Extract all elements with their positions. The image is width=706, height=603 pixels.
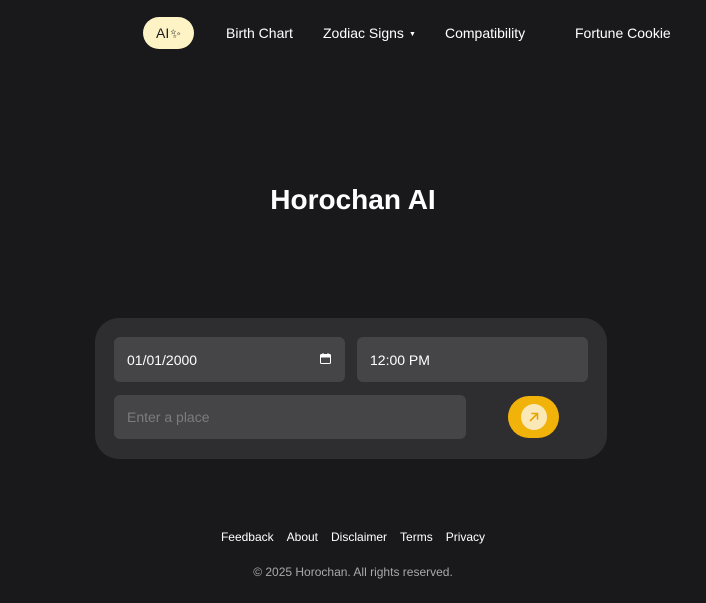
nav-link-fortune-cookie[interactable]: Fortune Cookie [575,24,671,42]
time-input[interactable]: 12:00 PM [357,337,588,382]
page-title: Horochan AI [270,184,436,215]
footer-link-privacy[interactable]: Privacy [446,530,485,544]
ai-nav-label: AI [156,25,170,41]
date-value: 01/01/2000 [127,351,198,368]
sparkle-icon: ✨︎ [170,25,181,41]
footer-link-feedback[interactable]: Feedback [221,530,274,544]
nav-link-label: Birth Chart [226,25,293,41]
time-value: 12:00 PM [370,351,430,368]
date-input[interactable]: 01/01/2000 [114,337,345,382]
place-placeholder: Enter a place [127,409,210,425]
footer-link-about[interactable]: About [287,530,318,544]
caret-down-icon: ▼ [408,31,416,38]
submit-button[interactable] [508,396,559,438]
submit-button-inner [520,404,547,430]
copyright-text: © 2025 Horochan. All rights reserved. [253,565,453,579]
arrow-up-right-icon [529,412,538,422]
nav-link-label: Compatibility [445,25,526,41]
nav-link-zodiac-signs[interactable]: Zodiac Signs ▼ [323,24,416,46]
footer-links: Feedback About Disclaimer Terms Privacy [0,530,706,544]
nav-link-birth-chart[interactable]: Birth Chart [226,24,293,42]
footer-link-terms[interactable]: Terms [400,530,433,544]
nav-link-label: Fortune Cookie [575,25,671,41]
birth-details-form: 01/01/2000 12:00 PM Enter a place [95,318,607,459]
top-navigation: AI ✨︎ Birth Chart Zodiac Signs ▼ Compatib… [0,0,706,66]
nav-link-label: Zodiac Signs [323,25,404,41]
calendar-icon[interactable] [320,353,331,364]
footer-link-disclaimer[interactable]: Disclaimer [331,530,387,544]
ai-nav-button[interactable]: AI ✨︎ [143,17,194,49]
place-input[interactable]: Enter a place [114,395,466,439]
nav-link-compatibility[interactable]: Compatibility [445,24,525,42]
